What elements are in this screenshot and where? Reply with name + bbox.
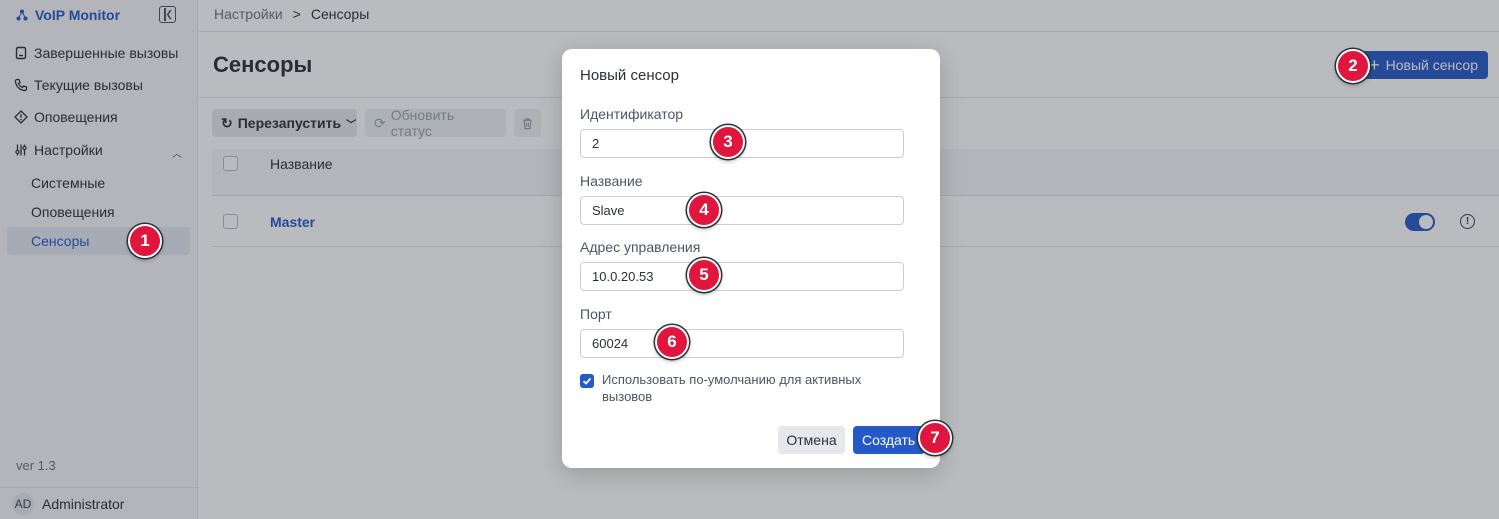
address-input[interactable] — [580, 262, 904, 291]
create-button[interactable]: Создать — [853, 426, 925, 454]
step-marker: 3 — [711, 125, 745, 159]
dialog-title: Новый сенсор — [580, 67, 679, 84]
port-label: Порт — [580, 306, 612, 322]
check-icon — [582, 377, 592, 385]
step-marker: 1 — [128, 224, 162, 258]
address-label: Адрес управления — [580, 239, 701, 255]
step-marker: 6 — [655, 325, 689, 359]
step-marker: 7 — [918, 421, 952, 455]
step-marker: 4 — [687, 193, 721, 227]
cancel-button[interactable]: Отмена — [778, 426, 845, 454]
name-label: Название — [580, 173, 643, 189]
new-sensor-dialog: Новый сенсор Идентификатор Название Адре… — [562, 49, 940, 468]
id-label: Идентификатор — [580, 106, 684, 122]
port-input[interactable] — [580, 329, 904, 358]
step-marker: 5 — [687, 258, 721, 292]
default-checkbox[interactable] — [580, 374, 594, 388]
step-marker: 2 — [1336, 49, 1370, 83]
default-checkbox-label[interactable]: Использовать по-умолчанию для активных в… — [602, 371, 902, 405]
name-input[interactable] — [580, 196, 904, 225]
